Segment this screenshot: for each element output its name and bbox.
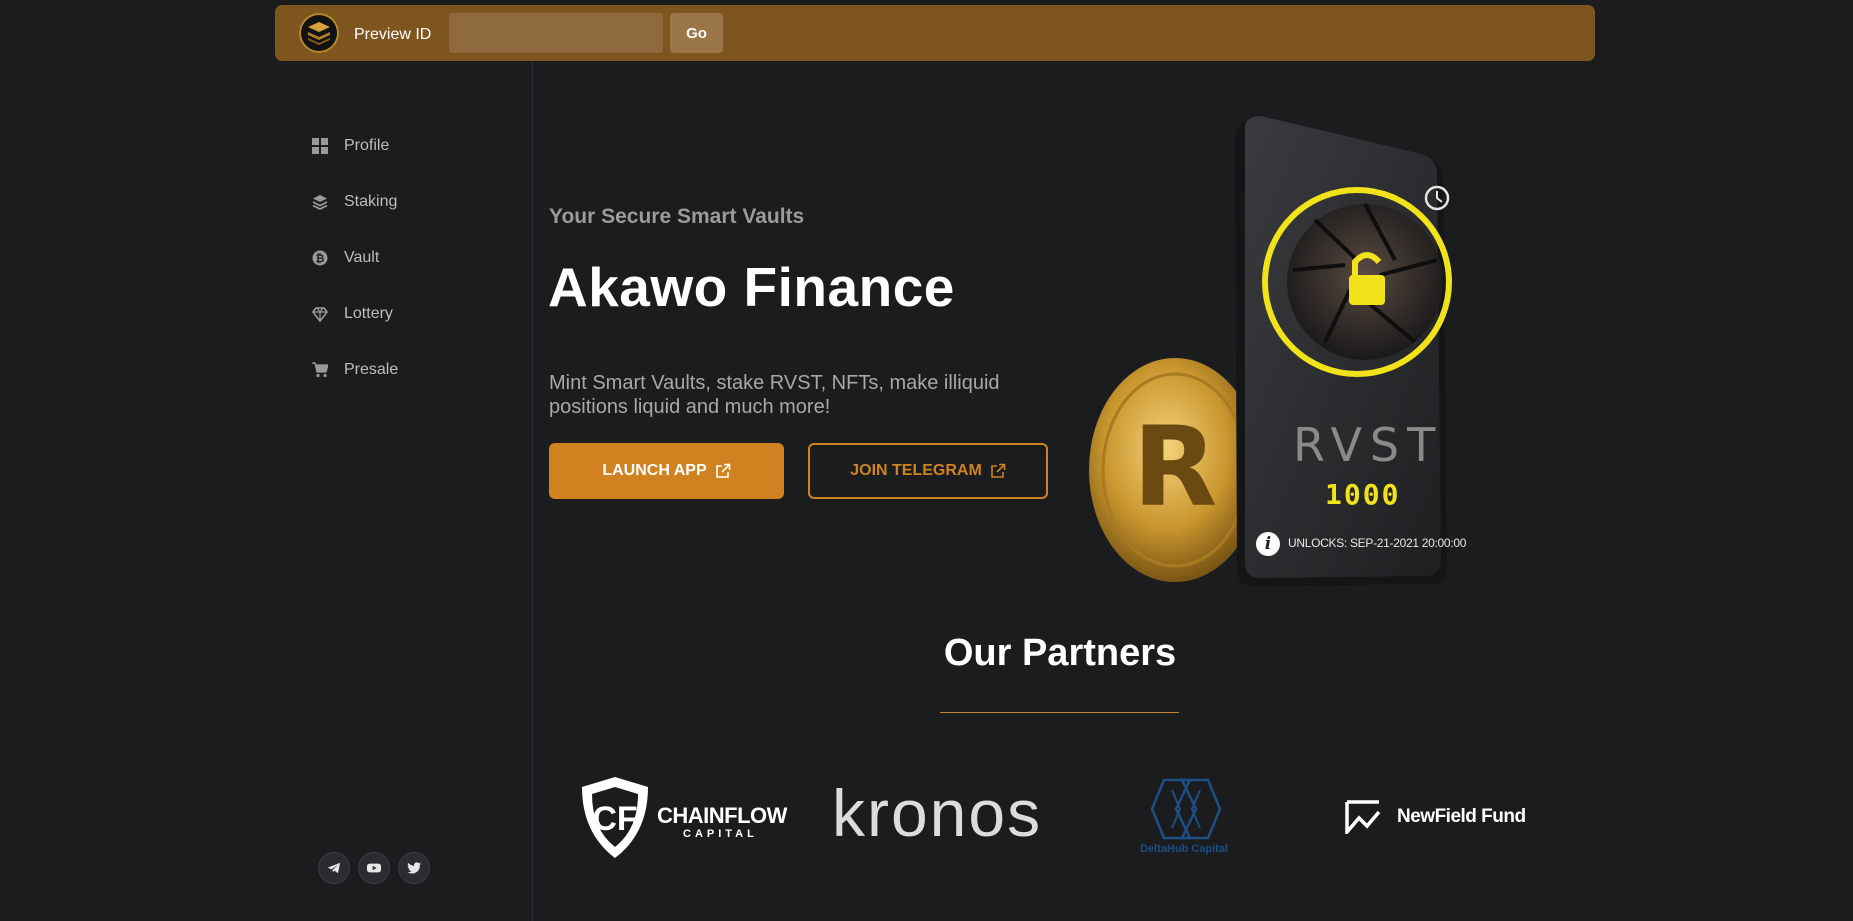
sidebar-item-staking[interactable]: Staking	[312, 174, 398, 230]
preview-id-input[interactable]	[449, 13, 663, 53]
sidebar-item-lottery[interactable]: Lottery	[312, 286, 398, 342]
page-title: Akawo Finance	[548, 256, 955, 318]
sidebar-divider	[532, 61, 533, 921]
bitcoin-icon: ₿	[312, 250, 328, 266]
akawo-logo[interactable]	[299, 13, 339, 53]
deltahub-name: DeltaHub Capital	[1140, 843, 1229, 855]
sidebar-item-label: Profile	[344, 137, 390, 154]
partner-deltahub-logo[interactable]: DeltaHub Capital	[1136, 778, 1236, 858]
chainflow-sub: CAPITAL	[683, 828, 758, 840]
diamond-icon	[312, 306, 328, 322]
twitter-icon	[407, 862, 421, 874]
hero-description: Mint Smart Vaults, stake RVST, NFTs, mak…	[549, 372, 1000, 418]
deltahub-mark-icon	[1150, 778, 1222, 840]
partners-divider	[940, 712, 1179, 713]
youtube-link[interactable]	[358, 852, 390, 884]
vault-card	[1235, 116, 1452, 586]
sidebar-item-label: Lottery	[344, 305, 393, 322]
chainflow-shield-icon: CF	[582, 777, 648, 858]
layers-icon	[312, 194, 328, 210]
svg-text:CF: CF	[592, 800, 637, 838]
social-links	[318, 852, 430, 884]
info-icon: i	[1256, 532, 1280, 556]
vault-illustration: R	[1089, 116, 1452, 586]
go-button[interactable]: Go	[670, 13, 723, 53]
hero-tagline: Your Secure Smart Vaults	[549, 205, 805, 228]
top-bar: Preview ID Go	[275, 5, 1595, 61]
vault-unlock-text: UNLOCKS: SEP-21-2021 20:00:00	[1288, 536, 1467, 550]
sidebar-nav: Profile Staking ₿ Vault Lottery Presale	[312, 118, 398, 398]
preview-id-label: Preview ID	[354, 26, 432, 43]
newfield-mark-icon	[1345, 800, 1381, 834]
coin-graphic: R	[1089, 358, 1261, 582]
kronos-name: kronos	[832, 776, 1043, 850]
partner-chainflow-logo[interactable]: CF CHAINFLOW CAPITAL	[580, 775, 787, 860]
telegram-icon	[327, 862, 341, 874]
telegram-link[interactable]	[318, 852, 350, 884]
sidebar-item-presale[interactable]: Presale	[312, 342, 398, 398]
join-telegram-button[interactable]: JOIN TELEGRAM	[808, 443, 1048, 499]
twitter-link[interactable]	[398, 852, 430, 884]
launch-app-label: LAUNCH APP	[602, 462, 707, 479]
sidebar-item-label: Staking	[344, 193, 398, 210]
sidebar-item-profile[interactable]: Profile	[312, 118, 398, 174]
youtube-icon	[367, 863, 381, 873]
external-link-icon	[990, 463, 1006, 478]
sidebar-item-label: Presale	[344, 361, 399, 378]
svg-text:R: R	[1133, 403, 1218, 531]
svg-text:₿: ₿	[316, 252, 325, 265]
vault-token-label: RVST	[1293, 418, 1444, 472]
cart-icon	[312, 362, 328, 378]
vault-amount: 1000	[1325, 478, 1401, 511]
sidebar-item-label: Vault	[344, 249, 380, 266]
external-link-icon	[715, 463, 730, 478]
partners-heading: Our Partners	[943, 632, 1177, 674]
partner-newfield-logo[interactable]: NewField Fund	[1345, 800, 1545, 836]
partner-kronos-logo[interactable]: kronos	[832, 777, 1042, 849]
launch-app-button[interactable]: LAUNCH APP	[549, 443, 784, 499]
sidebar-item-vault[interactable]: ₿ Vault	[312, 230, 398, 286]
chainflow-name: CHAINFLOW	[657, 803, 787, 828]
join-telegram-label: JOIN TELEGRAM	[850, 462, 982, 479]
newfield-name: NewField Fund	[1397, 806, 1526, 827]
grid-icon	[312, 138, 328, 154]
